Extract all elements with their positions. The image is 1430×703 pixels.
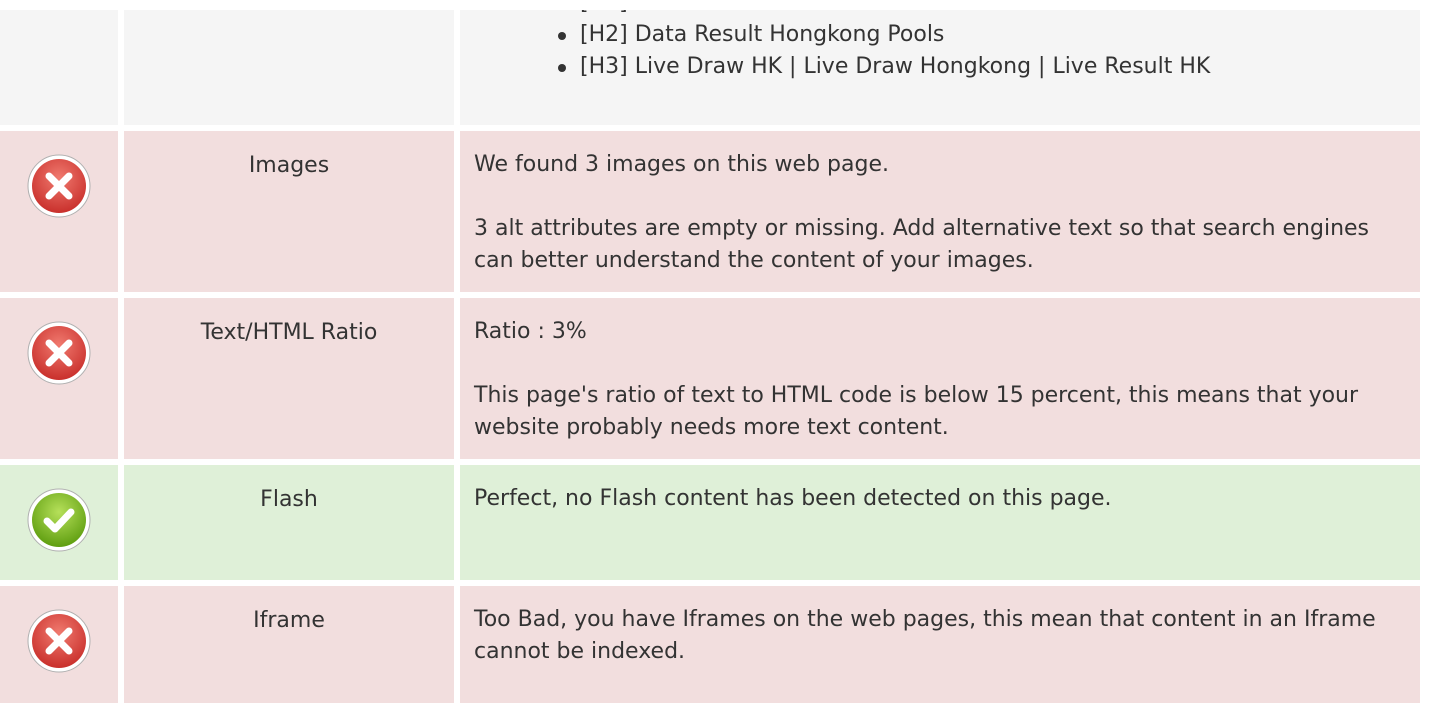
heading-item: [H2] Data Result Hongkong Pools <box>558 19 1400 51</box>
flash-icon-cell <box>0 465 118 580</box>
images-icon-cell <box>0 131 118 292</box>
images-row: Images We found 3 images on this web pag… <box>0 131 1420 292</box>
images-summary: We found 3 images on this web page. <box>474 152 889 177</box>
check-icon <box>27 488 91 552</box>
text-html-ratio-row: Text/HTML Ratio Ratio : 3% This page's r… <box>0 298 1420 459</box>
error-icon <box>27 321 91 385</box>
flash-summary: Perfect, no Flash content has been detec… <box>474 486 1112 511</box>
flash-description: Perfect, no Flash content has been detec… <box>460 465 1420 580</box>
images-advice: 3 alt attributes are empty or missing. A… <box>474 216 1370 273</box>
iframe-description: Too Bad, you have Iframes on the web pag… <box>460 586 1420 703</box>
ratio-advice: This page's ratio of text to HTML code i… <box>474 383 1359 440</box>
ratio-icon-cell <box>0 298 118 459</box>
images-description: We found 3 images on this web page. 3 al… <box>460 131 1420 292</box>
images-name: Images <box>124 131 454 292</box>
flash-row: Flash Perfect, no Flash content has been… <box>0 465 1420 580</box>
heading-item: [H2] Live Result HK Terbaru <box>558 10 1400 19</box>
error-icon <box>27 609 91 673</box>
seo-report-table: [H2] Live Result HK Terbaru [H2] Data Re… <box>0 10 1420 703</box>
headings-name-cell <box>124 10 454 125</box>
flash-name: Flash <box>124 465 454 580</box>
heading-list: [H2] Live Result HK Terbaru [H2] Data Re… <box>474 10 1400 83</box>
headings-desc-cell: [H2] Live Result HK Terbaru [H2] Data Re… <box>460 10 1420 125</box>
heading-item: [H3] Live Draw HK | Live Draw Hongkong |… <box>558 51 1400 83</box>
ratio-name: Text/HTML Ratio <box>124 298 454 459</box>
ratio-description: Ratio : 3% This page's ratio of text to … <box>460 298 1420 459</box>
headings-row: [H2] Live Result HK Terbaru [H2] Data Re… <box>0 10 1420 125</box>
headings-icon-cell <box>0 10 118 125</box>
iframe-row: Iframe Too Bad, you have Iframes on the … <box>0 586 1420 703</box>
iframe-summary: Too Bad, you have Iframes on the web pag… <box>474 607 1376 664</box>
error-icon <box>27 154 91 218</box>
iframe-icon-cell <box>0 586 118 703</box>
ratio-value: Ratio : 3% <box>474 319 587 344</box>
iframe-name: Iframe <box>124 586 454 703</box>
